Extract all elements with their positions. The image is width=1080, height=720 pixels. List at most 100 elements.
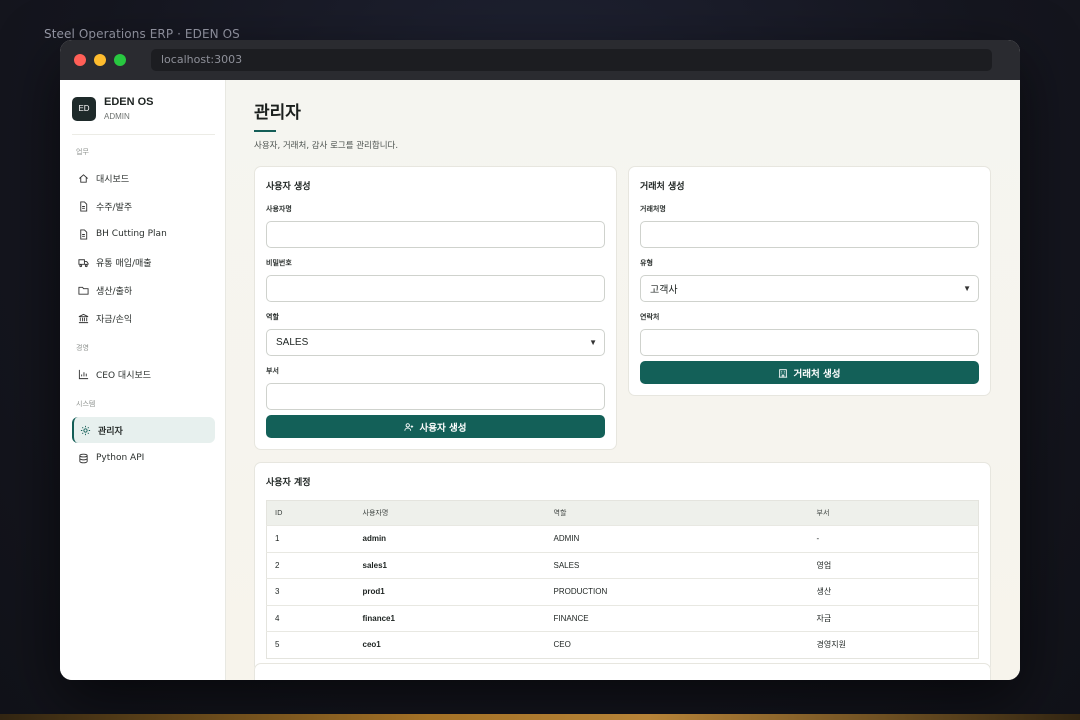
role-label: 역할: [266, 313, 279, 321]
create-user-label: 사용자 생성: [419, 422, 467, 434]
role-select[interactable]: SALES ▼: [266, 329, 605, 356]
create-partner-button[interactable]: 거래처 생성: [640, 361, 979, 384]
password-label: 비밀번호: [266, 259, 292, 267]
page-subtitle: 사용자, 거래처, 감사 로그를 관리합니다.: [254, 141, 399, 151]
sidebar-item-production[interactable]: 생산/출하: [72, 277, 215, 303]
role-select-value: SALES: [276, 337, 309, 348]
table-header-row: ID 사용자명 역할 부서: [266, 500, 979, 526]
sidebar-item-ceo-dashboard[interactable]: CEO 대시보드: [72, 361, 215, 387]
user-accounts-card: 사용자 계정 ID 사용자명 역할 부서 1 admin ADMIN - 2 s…: [254, 462, 991, 672]
column-header: ID: [266, 500, 355, 526]
brand-role: ADMIN: [104, 112, 130, 121]
column-header: 역할: [545, 500, 809, 526]
title-underline: [254, 130, 276, 132]
table-row[interactable]: 3 prod1 PRODUCTION 생산: [266, 578, 979, 605]
sidebar-item-label: 관리자: [98, 426, 123, 437]
username-label: 사용자명: [266, 205, 292, 213]
minimize-window-button[interactable]: [94, 54, 106, 66]
chevron-down-icon: ▼: [963, 284, 971, 293]
cell-role: PRODUCTION: [545, 578, 809, 605]
department-field[interactable]: [266, 383, 605, 410]
chart-icon: [78, 369, 89, 379]
document-icon: [80, 200, 88, 212]
sidebar-item-finance[interactable]: 자금/손익: [72, 305, 215, 331]
main-content: 관리자 사용자, 거래처, 감사 로그를 관리합니다. 사용자 생성 사용자명 …: [226, 80, 1020, 680]
app-shell: ED EDEN OS ADMIN 업무 대시보드 수주/발주 BH Cuttin…: [60, 80, 1020, 680]
chevron-down-icon: ▼: [589, 338, 597, 347]
cell-username: ceo1: [354, 631, 546, 658]
cell-id: 5: [266, 631, 355, 658]
sidebar-item-admin[interactable]: 관리자: [72, 417, 215, 443]
sidebar-item-label: 대시보드: [96, 174, 130, 185]
sidebar-item-label: CEO 대시보드: [96, 370, 152, 381]
sidebar-item-label: 유통 매입/매출: [96, 258, 152, 269]
cell-username: finance1: [354, 604, 546, 632]
cell-id: 1: [266, 525, 355, 552]
cell-role: CEO: [545, 631, 809, 658]
address-bar[interactable]: localhost:3003: [151, 49, 992, 71]
close-window-button[interactable]: [74, 54, 86, 66]
contact-label: 연락처: [640, 313, 660, 321]
maximize-window-button[interactable]: [114, 54, 126, 66]
column-header: 부서: [808, 500, 979, 526]
cell-department: 생산: [808, 578, 979, 605]
username-field[interactable]: [266, 221, 605, 248]
sidebar-item-orders[interactable]: 수주/발주: [72, 193, 215, 219]
partner-type-label: 유형: [640, 259, 653, 267]
partner-create-card: 거래처 생성 거래처명 유형 고객사 ▼ 연락처 거래처 생성: [628, 166, 991, 396]
user-accounts-table: ID 사용자명 역할 부서 1 admin ADMIN - 2 sales1 S…: [266, 500, 979, 659]
browser-window: localhost:3003 ED EDEN OS ADMIN 업무 대시보드 …: [60, 40, 1020, 680]
sidebar-item-label: 수주/발주: [96, 202, 133, 213]
sidebar-item-bh-cutting-plan[interactable]: BH Cutting Plan: [72, 221, 215, 247]
cell-id: 4: [266, 604, 355, 632]
sidebar-item-label: BH Cutting Plan: [96, 229, 167, 239]
sidebar-item-distribution[interactable]: 유통 매입/매출: [72, 249, 215, 275]
forms-row: 사용자 생성 사용자명 비밀번호 역할 SALES ▼ 부서 사용자 생성 거래…: [254, 166, 991, 450]
partner-type-value: 고객사: [650, 285, 678, 296]
card-title: 사용자 계정: [266, 478, 311, 488]
cell-department: -: [808, 525, 979, 552]
table-row[interactable]: 1 admin ADMIN -: [266, 525, 979, 552]
card-title: 거래처 생성: [640, 182, 685, 192]
cell-role: FINANCE: [545, 604, 809, 632]
partner-name-label: 거래처명: [640, 205, 666, 213]
create-user-button[interactable]: 사용자 생성: [266, 415, 605, 438]
department-label: 부서: [266, 367, 279, 375]
table-row[interactable]: 2 sales1 SALES 영업: [266, 551, 979, 579]
partner-master-card-partial: [254, 663, 991, 680]
cell-department: 경영지원: [808, 631, 979, 658]
sidebar-item-label: 자금/손익: [96, 314, 133, 325]
sidebar-item-dashboard[interactable]: 대시보드: [72, 165, 215, 191]
cell-role: ADMIN: [545, 525, 809, 552]
nav-section-work: 업무: [76, 148, 89, 156]
bottom-glow: [0, 714, 1080, 720]
building-icon: [779, 368, 788, 378]
brand-name: EDEN OS: [104, 96, 154, 108]
sidebar-item-python-api[interactable]: Python API: [72, 445, 215, 471]
cell-username: admin: [354, 525, 546, 552]
cell-id: 2: [266, 551, 355, 579]
card-title: 사용자 생성: [266, 182, 311, 192]
sidebar: ED EDEN OS ADMIN 업무 대시보드 수주/발주 BH Cuttin…: [60, 80, 226, 680]
partner-name-field[interactable]: [640, 221, 979, 248]
bank-icon: [78, 313, 89, 323]
brand-logo: ED: [72, 96, 96, 121]
page-title: 관리자: [254, 103, 301, 123]
password-field[interactable]: [266, 275, 605, 302]
nav-section-management: 경영: [76, 344, 89, 352]
contact-field[interactable]: [640, 329, 979, 356]
gear-icon: [80, 425, 91, 435]
folder-icon: [78, 286, 89, 295]
brand: ED EDEN OS ADMIN: [72, 96, 215, 135]
add-user-icon: [404, 422, 414, 431]
column-header: 사용자명: [354, 500, 546, 526]
create-partner-label: 거래처 생성: [793, 368, 841, 380]
table-row[interactable]: 4 finance1 FINANCE 자금: [266, 604, 979, 632]
user-create-card: 사용자 생성 사용자명 비밀번호 역할 SALES ▼ 부서 사용자 생성: [254, 166, 617, 450]
window-caption: Steel Operations ERP · EDEN OS: [44, 27, 240, 41]
partner-type-select[interactable]: 고객사 ▼: [640, 275, 979, 302]
table-row[interactable]: 5 ceo1 CEO 경영지원: [266, 631, 979, 658]
cell-role: SALES: [545, 551, 809, 579]
browser-titlebar: localhost:3003: [60, 40, 1020, 80]
database-icon: [79, 453, 88, 463]
